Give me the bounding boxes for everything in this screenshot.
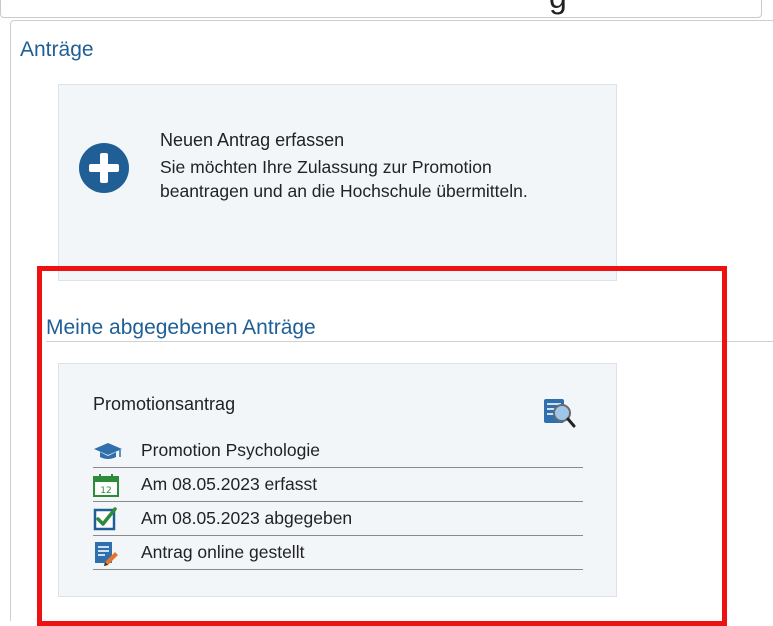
application-details-list: Promotion Psychologie 12 Am 08.05.2023 e…	[93, 434, 583, 570]
list-item-text: Am 08.05.2023 abgegeben	[141, 508, 353, 528]
submitted-applications-heading: Meine abgegebenen Anträge	[46, 316, 316, 339]
list-item: 12 Am 08.05.2023 erfasst	[93, 468, 583, 502]
top-container-fragment: g	[0, 0, 762, 18]
document-edit-icon	[93, 541, 127, 566]
application-type-title: Promotionsantrag	[93, 394, 236, 414]
plus-circle-icon[interactable]	[79, 143, 129, 193]
new-application-card[interactable]: Neuen Antrag erfassen Sie möchten Ihre Z…	[58, 84, 617, 281]
document-magnify-icon[interactable]	[542, 396, 576, 428]
submitted-application-card: Promotionsantrag Promotion Psychologie 1…	[58, 363, 617, 597]
checkbox-checked-icon	[93, 506, 127, 531]
new-application-description: Sie möchten Ihre Zulassung zur Promotion…	[160, 157, 528, 201]
list-item: Antrag online gestellt	[93, 536, 583, 570]
new-application-title[interactable]: Neuen Antrag erfassen	[160, 130, 344, 151]
graduation-cap-icon	[93, 439, 127, 463]
antraege-heading: Anträge	[20, 38, 94, 61]
calendar-icon: 12	[93, 473, 127, 497]
svg-text:12: 12	[100, 486, 111, 496]
list-item: Promotion Psychologie	[93, 434, 583, 468]
list-item-text: Antrag online gestellt	[141, 542, 305, 562]
list-item: Am 08.05.2023 abgegeben	[93, 502, 583, 536]
top-text-fragment: g	[549, 0, 567, 16]
list-item-text: Promotion Psychologie	[141, 440, 320, 460]
section-divider	[46, 341, 773, 342]
list-item-text: Am 08.05.2023 erfasst	[141, 474, 318, 494]
